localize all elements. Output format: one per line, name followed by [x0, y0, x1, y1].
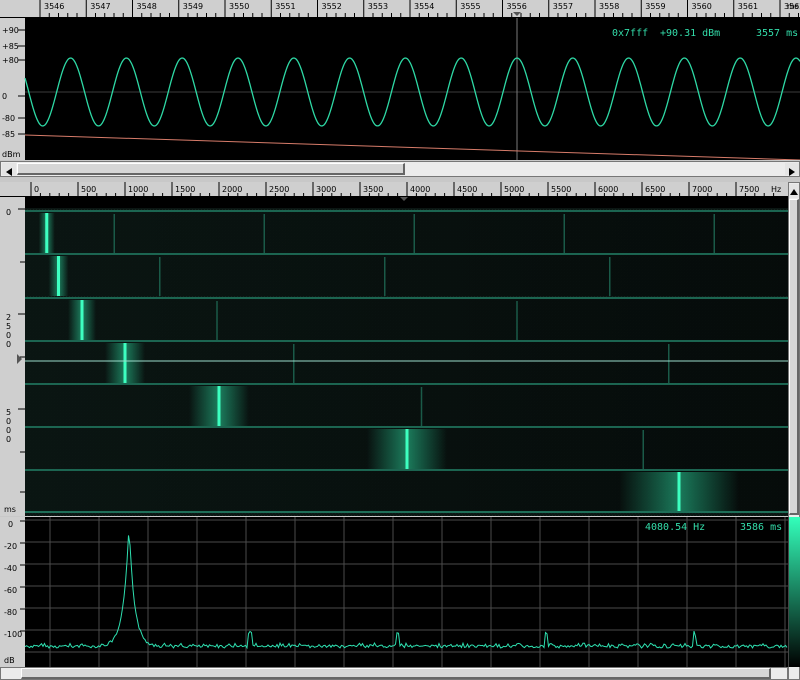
spectrum-trace — [24, 535, 788, 650]
freq-tick-label: 1500 — [175, 185, 195, 194]
spectrogram-time-label: 2500 — [6, 313, 11, 349]
freq-tick-label: 6000 — [598, 185, 618, 194]
freq-tick-label: 5000 — [504, 185, 524, 194]
tone-line — [57, 256, 60, 296]
time-tick-label: 3555 — [460, 2, 480, 11]
waveform-readout-time: 3557 ms — [756, 28, 798, 39]
spectrum-readout-time: 3586 ms — [740, 522, 782, 533]
spectrogram-panel[interactable]: 0 500 1000 1500 2000 2500 3000 3500 4000 4500 5000… — [0, 182, 788, 516]
time-tick-label: 3548 — [137, 2, 157, 11]
db-tick-label: -80 — [4, 608, 17, 617]
time-tick-label: 3557 — [553, 2, 573, 11]
waveform-time-ruler — [0, 0, 800, 18]
scroll-right-button[interactable] — [785, 163, 799, 176]
spectrum-canvas: 0 -20 -40 -60 -80 -100 dB 4080.54 Hz 3586 ms — [0, 517, 788, 667]
freq-tick-label: 3500 — [363, 185, 383, 194]
db-tick-label: -60 — [4, 586, 17, 595]
time-tick-label: 3549 — [183, 2, 203, 11]
envelope-trace — [24, 134, 800, 161]
time-tick-label: 3554 — [414, 2, 434, 11]
time-tick-label: 3551 — [275, 2, 295, 11]
up-arrow-icon — [790, 189, 798, 195]
freq-tick-label: 500 — [81, 185, 96, 194]
spectrum-scrollbar[interactable] — [0, 667, 788, 680]
waveform-level-unit: dBm — [2, 150, 21, 159]
level-tick-label: -85 — [2, 130, 15, 139]
tone-line — [80, 300, 84, 340]
spectrogram-scroll-thumb[interactable] — [789, 199, 799, 515]
time-tick-label: 3559 — [645, 2, 665, 11]
scroll-left-button[interactable] — [2, 163, 16, 176]
freq-tick-label: 2500 — [269, 185, 289, 194]
spectrogram-time-label: 5000 — [6, 408, 11, 444]
db-unit: dB — [4, 656, 15, 665]
db-tick-label: -100 — [4, 630, 22, 639]
waveform-scroll-thumb[interactable] — [17, 163, 405, 175]
time-tick-label: 3552 — [322, 2, 342, 11]
left-arrow-icon — [6, 168, 12, 176]
time-tick-label: 3561 — [738, 2, 758, 11]
spectrum-panel[interactable]: 0 -20 -40 -60 -80 -100 dB 4080.54 Hz 3586 ms — [0, 517, 788, 667]
freq-tick-label: 7500 — [739, 185, 759, 194]
scroll-up-button[interactable] — [789, 184, 799, 198]
waveform-readout-level: +90.31 dBm — [660, 28, 720, 39]
level-tick-label: -80 — [2, 114, 15, 123]
freq-tick-label: 4500 — [457, 185, 477, 194]
tone-line — [677, 472, 681, 512]
level-tick-label: 0 — [2, 92, 7, 101]
time-tick-label: 3546 — [44, 2, 64, 11]
right-arrow-icon — [789, 168, 795, 176]
time-tick-label: 3547 — [90, 2, 110, 11]
freq-tick-label: 0 — [34, 185, 39, 194]
waveform-readout-sample: 0x7fff — [612, 28, 648, 39]
freq-tick-label: 6500 — [645, 185, 665, 194]
waveform-canvas: 3546 3547 3548 3549 3550 3551 3552 3553 3554 3555… — [0, 0, 800, 161]
level-tick-label: +85 — [2, 42, 19, 51]
tone-line — [123, 343, 127, 383]
waveform-time-unit: ms — [787, 2, 799, 11]
tone-line — [405, 429, 409, 469]
tone-line — [45, 213, 49, 253]
spectrogram-time-label: 0 — [6, 208, 11, 217]
time-tick-label: 3560 — [692, 2, 712, 11]
time-tick-label: 3553 — [368, 2, 388, 11]
waveform-scrollbar[interactable] — [0, 161, 800, 177]
frequency-unit: Hz — [771, 185, 781, 194]
freq-tick-label: 2000 — [222, 185, 242, 194]
freq-tick-label: 1000 — [128, 185, 148, 194]
level-tick-label: +80 — [2, 56, 19, 65]
spectrogram-time-unit: ms — [4, 505, 16, 514]
freq-tick-label: 4000 — [410, 185, 430, 194]
freq-tick-label: 5500 — [551, 185, 571, 194]
spectrum-scroll-thumb[interactable] — [21, 668, 771, 679]
color-scale-bar — [788, 517, 800, 667]
db-tick-label: -40 — [4, 564, 17, 573]
time-tick-label: 3558 — [599, 2, 619, 11]
time-tick-label: 3550 — [229, 2, 249, 11]
waveform-panel[interactable]: 3546 3547 3548 3549 3550 3551 3552 3553 3554 3555… — [0, 0, 800, 161]
spectrogram-band — [25, 211, 788, 253]
db-tick-label: 0 — [8, 520, 13, 529]
spectrogram-band — [25, 254, 788, 296]
spectrogram-band — [25, 298, 788, 340]
time-tick-label: 3556 — [507, 2, 527, 11]
spectrum-readout-frequency: 4080.54 Hz — [645, 522, 705, 533]
spectrogram-canvas: 0 500 1000 1500 2000 2500 3000 3500 4000 4500 5000… — [0, 182, 788, 516]
frequency-cursor-marker[interactable] — [400, 197, 408, 201]
tone-line — [217, 386, 221, 426]
freq-tick-label: 7000 — [692, 185, 712, 194]
freq-tick-label: 3000 — [316, 185, 336, 194]
spectrogram-band — [25, 384, 788, 426]
level-tick-label: +90 — [2, 26, 19, 35]
db-tick-label: -20 — [4, 542, 17, 551]
